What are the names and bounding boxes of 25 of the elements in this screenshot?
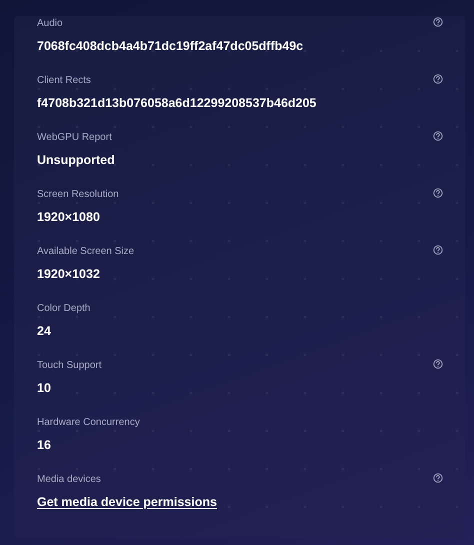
help-icon[interactable] (433, 359, 443, 369)
field-label: Color Depth (37, 302, 90, 316)
field-value: f4708b321d13b076058a6d12299208537b46d205 (37, 95, 316, 112)
field-value: 10 (37, 380, 51, 397)
field-label: Hardware Concurrency (37, 416, 140, 430)
help-icon[interactable] (433, 131, 443, 141)
field-value: 24 (37, 323, 51, 340)
field-value: Unsupported (37, 152, 115, 169)
help-icon[interactable] (433, 74, 443, 84)
help-icon[interactable] (433, 245, 443, 255)
field-value: 1920×1080 (37, 209, 100, 226)
help-icon[interactable] (433, 188, 443, 198)
field-value: 16 (37, 437, 51, 454)
help-icon[interactable] (433, 17, 443, 27)
field-label: Screen Resolution (37, 188, 119, 202)
field-label: Media devices (37, 473, 101, 487)
permissions-link[interactable]: Get media device permissions (37, 492, 217, 512)
field-label: WebGPU Report (37, 131, 112, 145)
help-icon[interactable] (433, 473, 443, 483)
field-value: 1920×1032 (37, 266, 100, 283)
field-label: Audio (37, 17, 63, 31)
field-value: 7068fc408dcb4a4b71dc19ff2af47dc05dffb49c (37, 38, 304, 55)
field-label: Touch Support (37, 359, 102, 373)
field-label: Client Rects (37, 74, 91, 88)
field-label: Available Screen Size (37, 245, 134, 259)
